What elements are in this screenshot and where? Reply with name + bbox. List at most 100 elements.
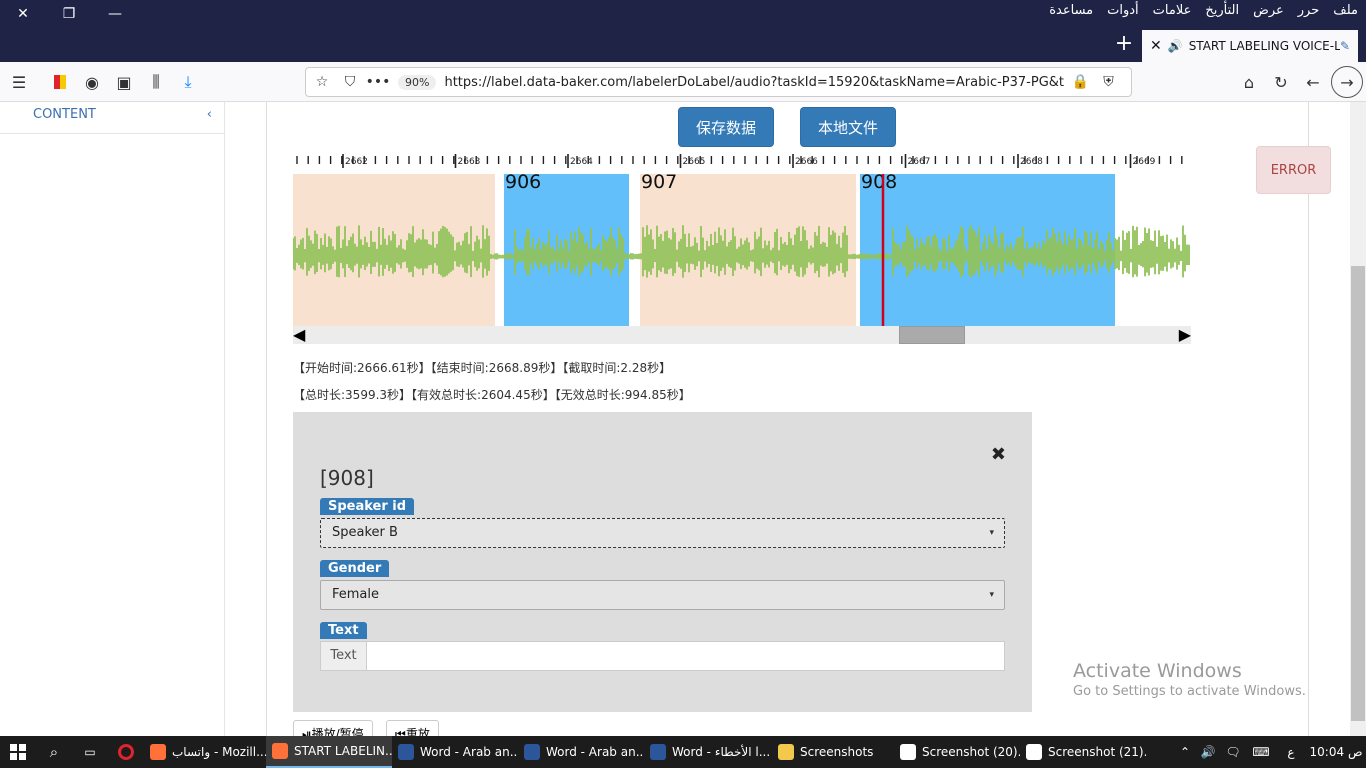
speaker-id-label: Speaker id [320,498,415,515]
app-icon [778,744,794,760]
app-icon [900,744,916,760]
new-tab-button[interactable]: + [1110,30,1138,58]
hamburger-menu-icon[interactable]: ☰ [5,68,33,96]
taskbar-app[interactable]: Screenshots [772,736,894,768]
segment-editor-panel: ✖ [908] Speaker id Speaker B ▾ Gender Fe… [293,412,1032,712]
watermark-line2: Go to Settings to activate Windows. [1073,684,1306,699]
task-view-icon[interactable]: ▭ [72,736,108,768]
ruler-tick-label: 2662 [345,157,368,167]
search-icon[interactable]: ⌕ [36,736,72,768]
text-label: Text [320,622,367,639]
speaker-id-select[interactable]: Speaker B ▾ [320,518,1005,548]
menu-bar: ملف حرر عرض التأريخ علامات أدوات مساعدة [1049,0,1358,22]
play-icon: ⏯ [302,727,312,736]
more-actions-icon[interactable]: ••• [366,70,391,94]
text-input-group: Text [320,641,1005,671]
taskbar-app-label: Word - Arab an... [546,745,644,759]
gender-label: Gender [320,560,390,577]
menu-tools[interactable]: أدوات [1107,0,1139,22]
taskbar: ⌕ ▭ واتساب - Mozill... START LABELIN... Wo… [0,736,1366,768]
chevron-down-icon: ▾ [989,590,994,600]
taskbar-app[interactable]: Screenshot (21)... [1020,736,1146,768]
minimize-window-button[interactable]: — [92,0,138,28]
back-icon[interactable]: ← [1299,68,1327,96]
flag-extension-icon[interactable] [46,68,74,96]
pocket-icon[interactable]: ⛉ [338,70,362,94]
restore-window-button[interactable]: ❐ [46,0,92,28]
waveform-scrollbar[interactable]: ◀ ▶ [293,326,1191,344]
tab-title: START LABELING VOICE-LA [1188,39,1340,53]
url-text[interactable]: https://label.data-baker.com/labelerDoLa… [444,75,1064,90]
play-pause-button[interactable]: ⏯播放/暂停 [293,720,373,736]
menu-edit[interactable]: حرر [1298,0,1320,22]
play-pause-label: 播放/暂停 [311,727,364,736]
menu-view[interactable]: عرض [1253,0,1284,22]
close-window-button[interactable]: ✕ [0,0,46,28]
save-data-button[interactable]: 保存数据 [678,107,774,147]
taskbar-app-label: Screenshot (20)... [922,745,1020,759]
content-sidebar: CONTENT ‹ [0,102,225,736]
segment-label: 908 [861,174,897,193]
notification-icon[interactable]: 🗨 [1220,736,1246,768]
active-tab[interactable]: ✕ 🔊 START LABELING VOICE-LA ✎ [1142,30,1358,62]
language-indicator[interactable]: ع [1276,736,1306,768]
menu-history[interactable]: التأريخ [1205,0,1239,22]
taskbar-app[interactable]: Word - الأخطاء l... [644,736,772,768]
sidebar-toggle-icon[interactable]: ▣ [110,68,138,96]
taskbar-apps: واتساب - Mozill... START LABELIN... Word -… [144,736,1146,768]
app-icon [524,744,540,760]
favicon-icon: ✎ [1339,39,1350,53]
lock-icon[interactable]: 🔒 [1068,70,1092,94]
opera-icon[interactable] [108,736,144,768]
collapse-chevron-icon[interactable]: ‹ [207,102,212,128]
taskbar-app[interactable]: واتساب - Mozill... [144,736,266,768]
close-tab-icon[interactable]: ✕ [1150,38,1162,54]
keyboard-icon[interactable]: ⌨ [1246,736,1276,768]
taskbar-app[interactable]: Screenshot (20)... [894,736,1020,768]
ruler-tick-label: 2665 [683,157,706,167]
gender-select[interactable]: Female ▾ [320,580,1005,610]
bookmark-star-icon[interactable]: ☆ [310,70,334,94]
ruler-tick-label: 2664 [570,157,593,167]
segment-label: 906 [505,174,541,193]
local-file-button[interactable]: 本地文件 [800,107,896,147]
page-scroll-thumb[interactable] [1351,266,1365,721]
taskbar-app-label: START LABELIN... [294,744,392,758]
waveform-scroll-thumb[interactable] [899,326,965,344]
main-content: 保存数据 本地文件 2662 2663 2664 2665 2666 2667 2668 26… [226,102,1350,736]
ruler-tick-label: 2668 [1020,157,1043,167]
clock[interactable]: 10:04 ص [1306,736,1366,768]
waveform[interactable]: 906 907 908 [293,174,1191,326]
menu-help[interactable]: مساعدة [1049,0,1093,22]
tracking-shield-icon[interactable]: ⛨ [1096,70,1120,94]
speaker-icon: 🔊 [1167,39,1183,53]
menu-bookmarks[interactable]: علامات [1153,0,1192,22]
url-bar[interactable]: ☆ ⛉ ••• 90% https://label.data-baker.com… [305,67,1132,97]
error-badge[interactable]: ERROR [1256,146,1331,194]
start-button[interactable] [0,736,36,768]
taskbar-app[interactable]: Word - Arab an... [518,736,644,768]
show-hidden-icons[interactable]: ⌃ [1174,736,1196,768]
volume-icon[interactable]: 🔊 [1196,736,1220,768]
app-icon [1026,744,1042,760]
close-panel-icon[interactable]: ✖ [991,444,1006,465]
menu-file[interactable]: ملف [1333,0,1358,22]
taskbar-app[interactable]: Word - Arab an... [392,736,518,768]
account-icon[interactable]: ◉ [78,68,106,96]
page-scrollbar[interactable] [1350,102,1366,736]
watermark-line1: Activate Windows [1073,660,1242,682]
taskbar-app[interactable]: START LABELIN... [266,736,392,768]
gender-value: Female [332,587,380,602]
zoom-indicator[interactable]: 90% [398,74,437,90]
library-icon[interactable]: ⫼ [142,68,170,96]
home-icon[interactable]: ⌂ [1235,68,1263,96]
replay-button[interactable]: ⏮重放 [386,720,439,736]
text-input[interactable] [367,641,1005,671]
forward-icon[interactable]: → [1331,66,1363,98]
downloads-icon[interactable]: ⤓ [174,68,202,96]
reload-icon[interactable]: ↻ [1267,68,1295,96]
sidebar-header[interactable]: CONTENT ‹ [0,102,224,134]
time-ruler: 2662 2663 2664 2665 2666 2667 2668 2669 [296,154,1183,168]
scroll-left-arrow[interactable]: ◀ [293,326,305,344]
scroll-right-arrow[interactable]: ▶ [1179,326,1191,344]
